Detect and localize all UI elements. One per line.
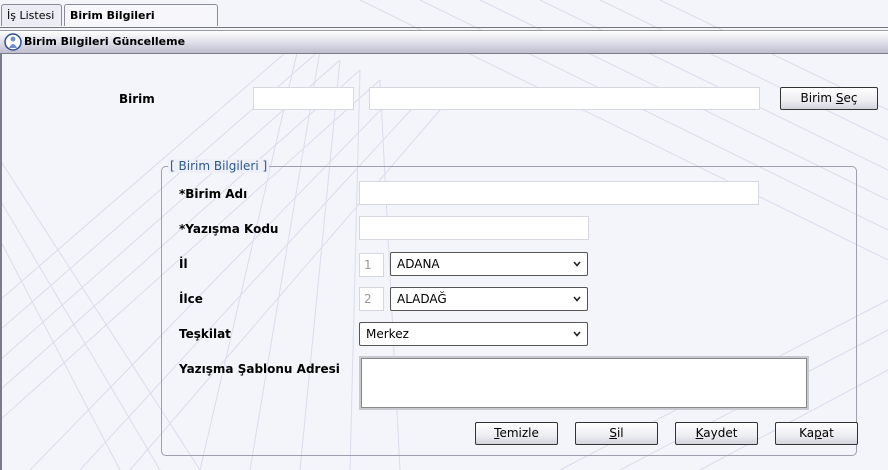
kaydet-button[interactable]: Kaydet xyxy=(675,422,758,445)
chevron-down-icon xyxy=(573,331,581,337)
birim-adi-field[interactable] xyxy=(359,181,759,205)
birim-name-field[interactable] xyxy=(369,87,760,110)
birim-code-field[interactable] xyxy=(253,87,354,110)
tab-is-listesi[interactable]: İş Listesi xyxy=(1,4,62,26)
yazisma-kodu-field[interactable] xyxy=(359,216,589,240)
user-info-icon xyxy=(4,33,22,51)
il-selected-value: ADANA xyxy=(397,257,440,271)
ilce-code-field: 2 xyxy=(359,287,384,311)
window-title-bar: Birim Bilgileri Güncelleme xyxy=(0,30,888,54)
chevron-down-icon xyxy=(573,261,581,267)
tab-birim-bilgileri-guncelleme[interactable]: Birim Bilgileri Güncelleme xyxy=(64,4,218,44)
ilce-label: İlce xyxy=(179,292,203,306)
teskilat-label: Teşkilat xyxy=(179,327,231,341)
teskilat-select[interactable]: Merkez xyxy=(359,322,588,346)
sablon-label: Yazışma Şablonu Adresi xyxy=(179,362,340,376)
birim-adi-label: *Birim Adı xyxy=(179,187,248,201)
kapat-button[interactable]: Kapat xyxy=(775,422,858,445)
tab-strip: İş Listesi Birim Bilgileri Güncelleme xyxy=(0,0,888,44)
birim-sec-button[interactable]: Birim Seç xyxy=(780,87,878,110)
sablon-textarea[interactable] xyxy=(359,356,809,410)
content-left-border xyxy=(0,54,2,470)
il-select[interactable]: ADANA xyxy=(390,252,588,276)
group-legend: [ Birim Bilgileri ] xyxy=(168,159,270,173)
birim-bilgileri-group xyxy=(161,166,857,456)
temizle-button[interactable]: Temizle xyxy=(475,422,558,445)
yazisma-kodu-label: *Yazışma Kodu xyxy=(179,222,279,236)
tab-divider xyxy=(0,27,888,28)
teskilat-selected-value: Merkez xyxy=(366,327,409,341)
il-label: İl xyxy=(179,257,188,271)
birim-label: Birim xyxy=(119,92,155,106)
window-title: Birim Bilgileri Güncelleme xyxy=(24,35,186,48)
ilce-select[interactable]: ALADAĞ xyxy=(390,287,588,311)
chevron-down-icon xyxy=(573,296,581,302)
ilce-selected-value: ALADAĞ xyxy=(397,292,447,306)
sil-button[interactable]: Sil xyxy=(575,422,658,445)
il-code-field: 1 xyxy=(359,253,384,277)
